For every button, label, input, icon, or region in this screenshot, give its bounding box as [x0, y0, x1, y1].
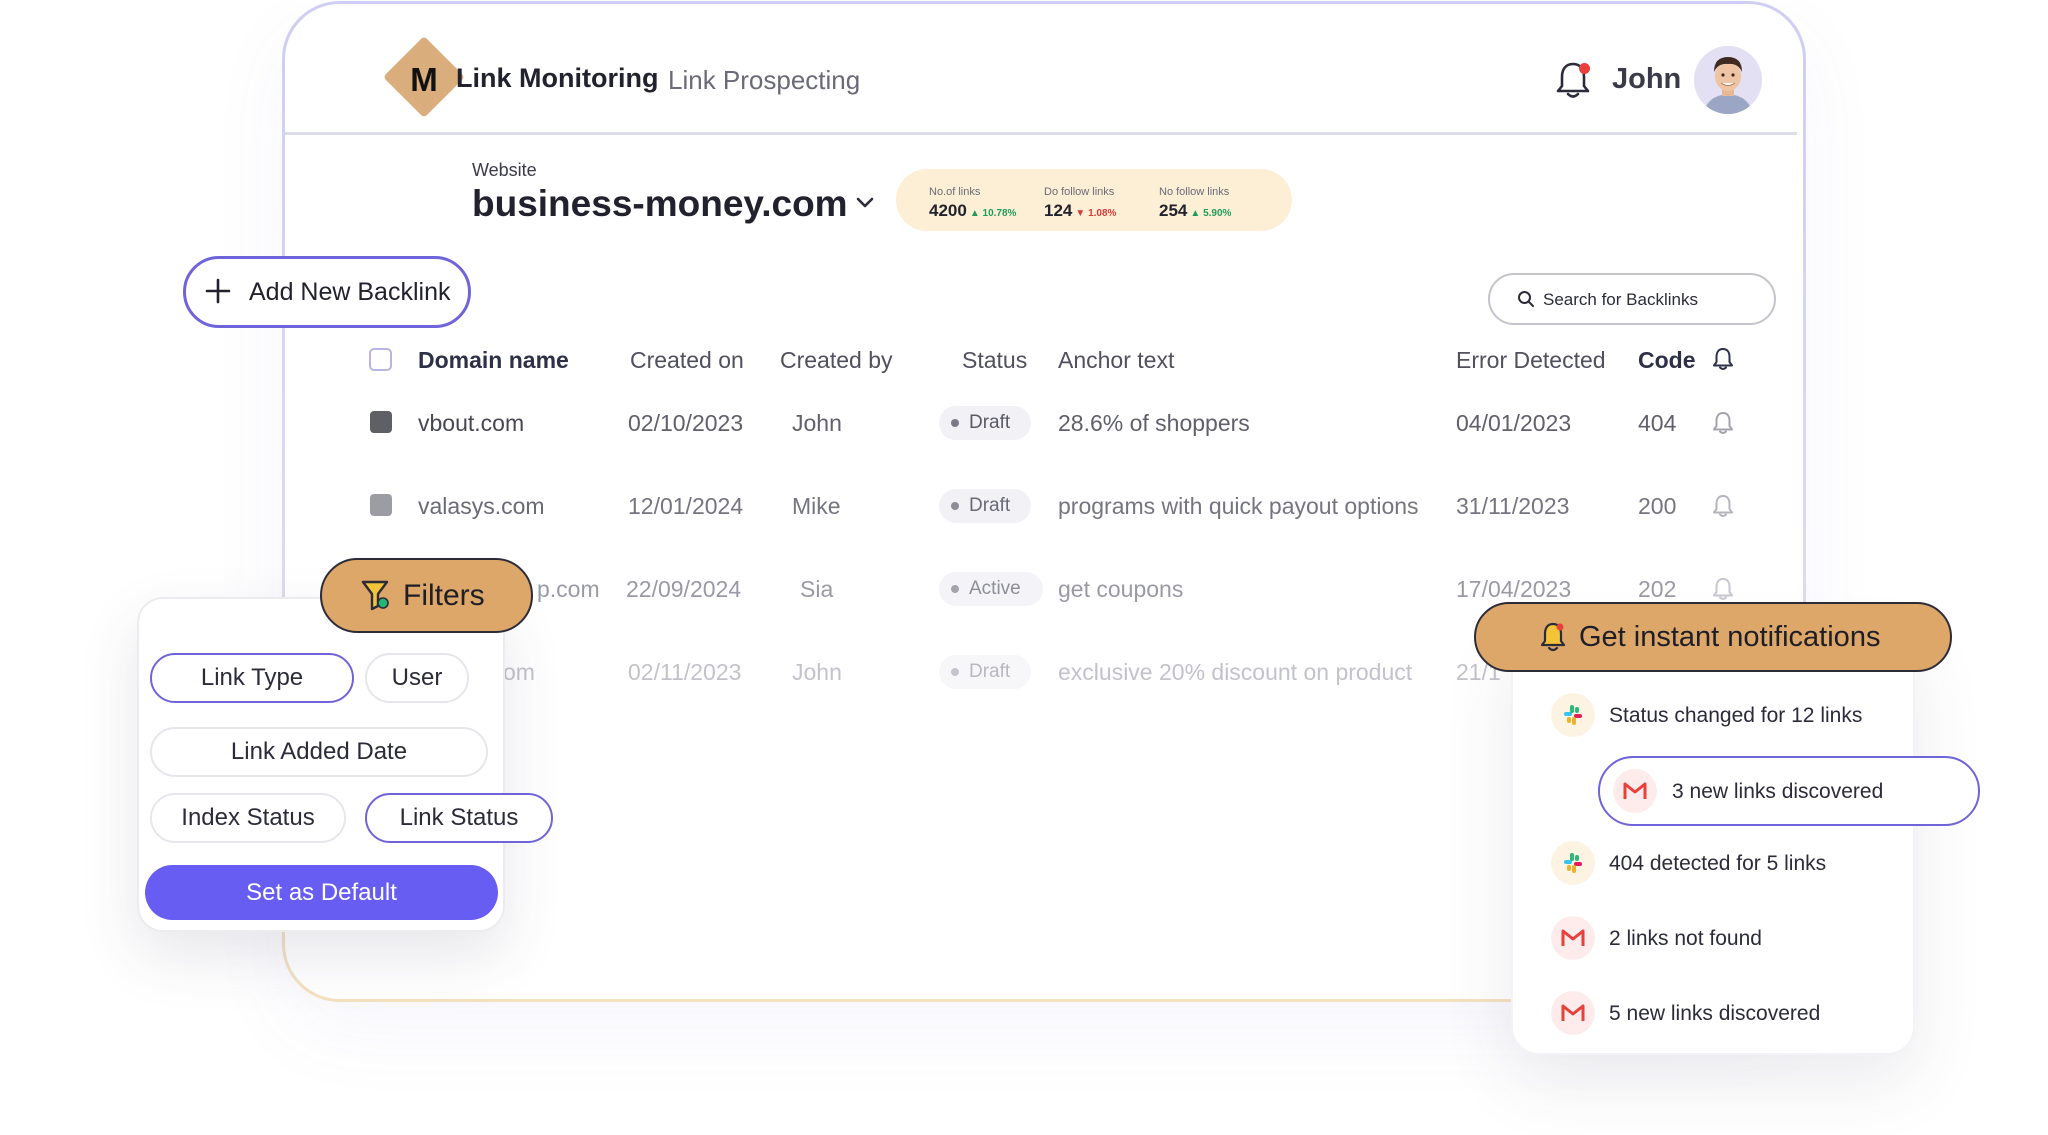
row-checkbox[interactable] [370, 411, 392, 433]
cell-domain[interactable]: om [503, 659, 535, 686]
cell-created-by: Sia [800, 576, 834, 602]
cell-created-on: 02/11/2023 [628, 659, 742, 685]
select-all-checkbox[interactable] [369, 348, 392, 371]
row-checkbox[interactable] [370, 494, 392, 516]
cell-created-on: 12/01/2024 [628, 493, 744, 519]
notifications-title: Get instant notifications [1579, 621, 1881, 653]
column-created-on[interactable]: Created on [630, 347, 744, 374]
cell-anchor-text: get coupons [1058, 576, 1184, 602]
bell-icon[interactable] [1712, 347, 1734, 371]
cell-created-by: Mike [792, 493, 841, 519]
nav-link-prospecting[interactable]: Link Prospecting [668, 65, 860, 96]
add-new-backlink-label: Add New Backlink [249, 278, 451, 306]
column-anchor-text[interactable]: Anchor text [1058, 347, 1174, 374]
cell-error-detected: 17/04/2023 [1456, 576, 1572, 602]
cell-error-detected: 04/01/2023 [1456, 410, 1572, 436]
cell-created-by: John [792, 410, 842, 436]
column-domain-name[interactable]: Domain name [418, 347, 569, 374]
cell-anchor-text: exclusive 20% discount on product [1058, 659, 1413, 685]
header-divider [285, 132, 1797, 135]
notification-text: 3 new links discovered [1672, 780, 1884, 803]
status-badge: Draft [939, 655, 1031, 689]
cell-error-detected: 31/11/2023 [1456, 493, 1570, 519]
status-badge: Draft [939, 406, 1031, 440]
avatar[interactable] [1694, 46, 1762, 114]
user-name[interactable]: John [1612, 63, 1681, 96]
slack-icon [1551, 841, 1595, 885]
cell-domain[interactable]: p.com [537, 576, 600, 603]
cell-anchor-text: 28.6% of shoppers [1058, 410, 1250, 436]
filter-chip-index-status[interactable]: Index Status [150, 793, 346, 843]
bell-icon [1540, 622, 1566, 652]
filter-icon [361, 580, 389, 611]
cell-code: 202 [1638, 576, 1677, 602]
website-label: Website [472, 160, 537, 180]
cell-domain[interactable]: valasys.com [418, 493, 545, 520]
website-selector[interactable]: business-money.com [472, 183, 848, 225]
plus-icon [205, 278, 231, 304]
cell-anchor-text: programs with quick payout options [1058, 493, 1419, 519]
search-icon [1518, 291, 1534, 307]
set-as-default-label: Set as Default [246, 879, 397, 906]
filter-chip-link-status[interactable]: Link Status [365, 793, 553, 843]
cell-code: 404 [1638, 410, 1677, 436]
filter-chip-link-type[interactable]: Link Type [150, 653, 354, 703]
search-placeholder: Search for Backlinks [1543, 290, 1698, 309]
bell-icon[interactable] [1712, 494, 1734, 518]
cell-created-by: John [792, 659, 842, 685]
column-error-detected[interactable]: Error Detected [1456, 347, 1606, 374]
logo-letter: M [410, 61, 438, 98]
gmail-icon [1551, 916, 1595, 960]
cell-created-on: 02/10/2023 [628, 410, 744, 436]
nav-link-monitoring[interactable]: Link Monitoring [456, 63, 658, 94]
notification-dot [1579, 63, 1590, 74]
cell-created-on: 22/09/2024 [626, 576, 742, 602]
column-created-by[interactable]: Created by [780, 347, 893, 374]
gmail-icon [1613, 769, 1657, 813]
notification-text: 404 detected for 5 links [1609, 852, 1827, 875]
cell-code: 200 [1638, 493, 1677, 519]
notification-text: 2 links not found [1609, 927, 1762, 950]
notification-text: 5 new links discovered [1609, 1002, 1821, 1025]
bell-icon[interactable] [1712, 411, 1734, 435]
stat-dofollow-links: Do follow links 124 ▼ 1.08% [1044, 186, 1117, 220]
filter-chip-user[interactable]: User [365, 653, 469, 703]
chevron-down-icon[interactable] [855, 195, 875, 211]
slack-icon [1551, 693, 1595, 737]
notification-text: Status changed for 12 links [1609, 704, 1863, 727]
bell-icon[interactable] [1712, 577, 1734, 601]
status-badge: Draft [939, 489, 1031, 523]
cell-domain[interactable]: vbout.com [418, 410, 524, 437]
filter-chip-link-added-date[interactable]: Link Added Date [150, 727, 488, 777]
status-badge: Active [939, 572, 1043, 606]
filters-title: Filters [403, 579, 485, 612]
column-status[interactable]: Status [962, 347, 1027, 374]
gmail-icon [1551, 991, 1595, 1035]
stat-nofollow-links: No follow links 254 ▲ 5.90% [1159, 186, 1232, 220]
stat-total-links: No.of links 4200 ▲ 10.78% [929, 186, 1017, 220]
column-code[interactable]: Code [1638, 347, 1696, 374]
